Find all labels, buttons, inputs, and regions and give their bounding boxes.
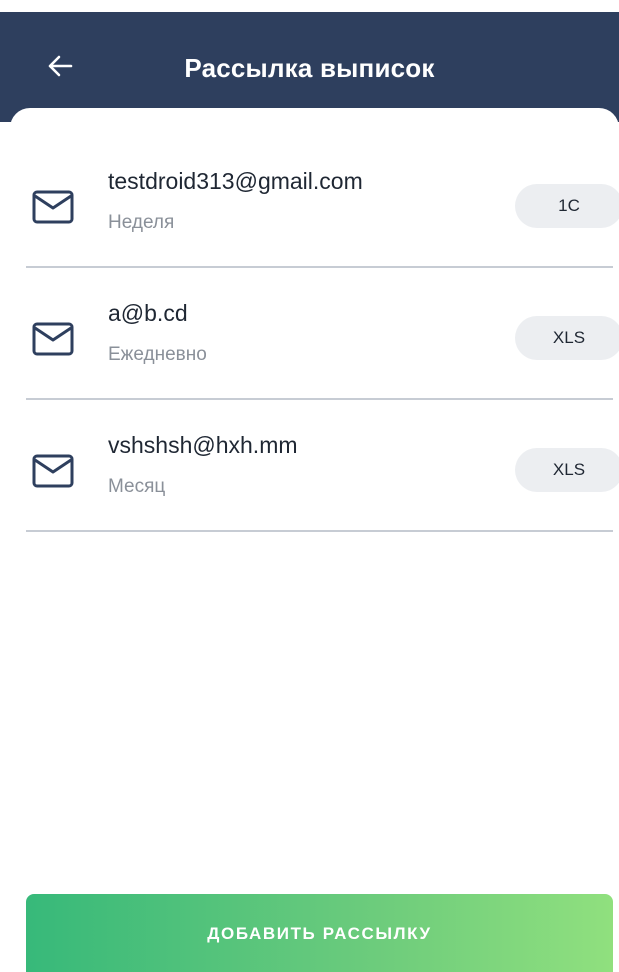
arrow-left-icon <box>47 55 73 77</box>
add-mailing-button-label: ДОБАВИТЬ РАССЫЛКУ <box>207 924 432 943</box>
subscription-item[interactable]: a@b.cd Ежедневно XLS <box>26 268 619 400</box>
subscription-email: vshshsh@hxh.mm <box>108 432 298 458</box>
status-strip <box>0 0 619 12</box>
mailing-list-screen: Рассылка выписок testdroid313@gmail.com … <box>0 0 619 972</box>
add-mailing-button[interactable]: ДОБАВИТЬ РАССЫЛКУ <box>26 894 613 972</box>
format-badge[interactable]: XLS <box>515 448 619 492</box>
subscription-period: Неделя <box>108 212 175 233</box>
subscription-item[interactable]: vshshsh@hxh.mm Месяц XLS <box>26 400 619 532</box>
mail-icon <box>32 190 74 224</box>
subscription-email: a@b.cd <box>108 300 188 326</box>
mail-icon <box>32 322 74 356</box>
subscription-item[interactable]: testdroid313@gmail.com Неделя 1C <box>26 136 619 268</box>
page-title: Рассылка выписок <box>184 53 435 83</box>
subscription-email: testdroid313@gmail.com <box>108 168 363 194</box>
mail-icon <box>32 454 74 488</box>
content-card: testdroid313@gmail.com Неделя 1C a@b.cd … <box>10 108 619 972</box>
app-header: Рассылка выписок <box>0 12 619 122</box>
subscription-period: Месяц <box>108 476 166 497</box>
format-badge[interactable]: 1C <box>515 184 619 228</box>
subscription-list: testdroid313@gmail.com Неделя 1C a@b.cd … <box>10 136 619 532</box>
back-button[interactable] <box>38 44 82 88</box>
subscription-period: Ежедневно <box>108 344 207 365</box>
format-badge[interactable]: XLS <box>515 316 619 360</box>
